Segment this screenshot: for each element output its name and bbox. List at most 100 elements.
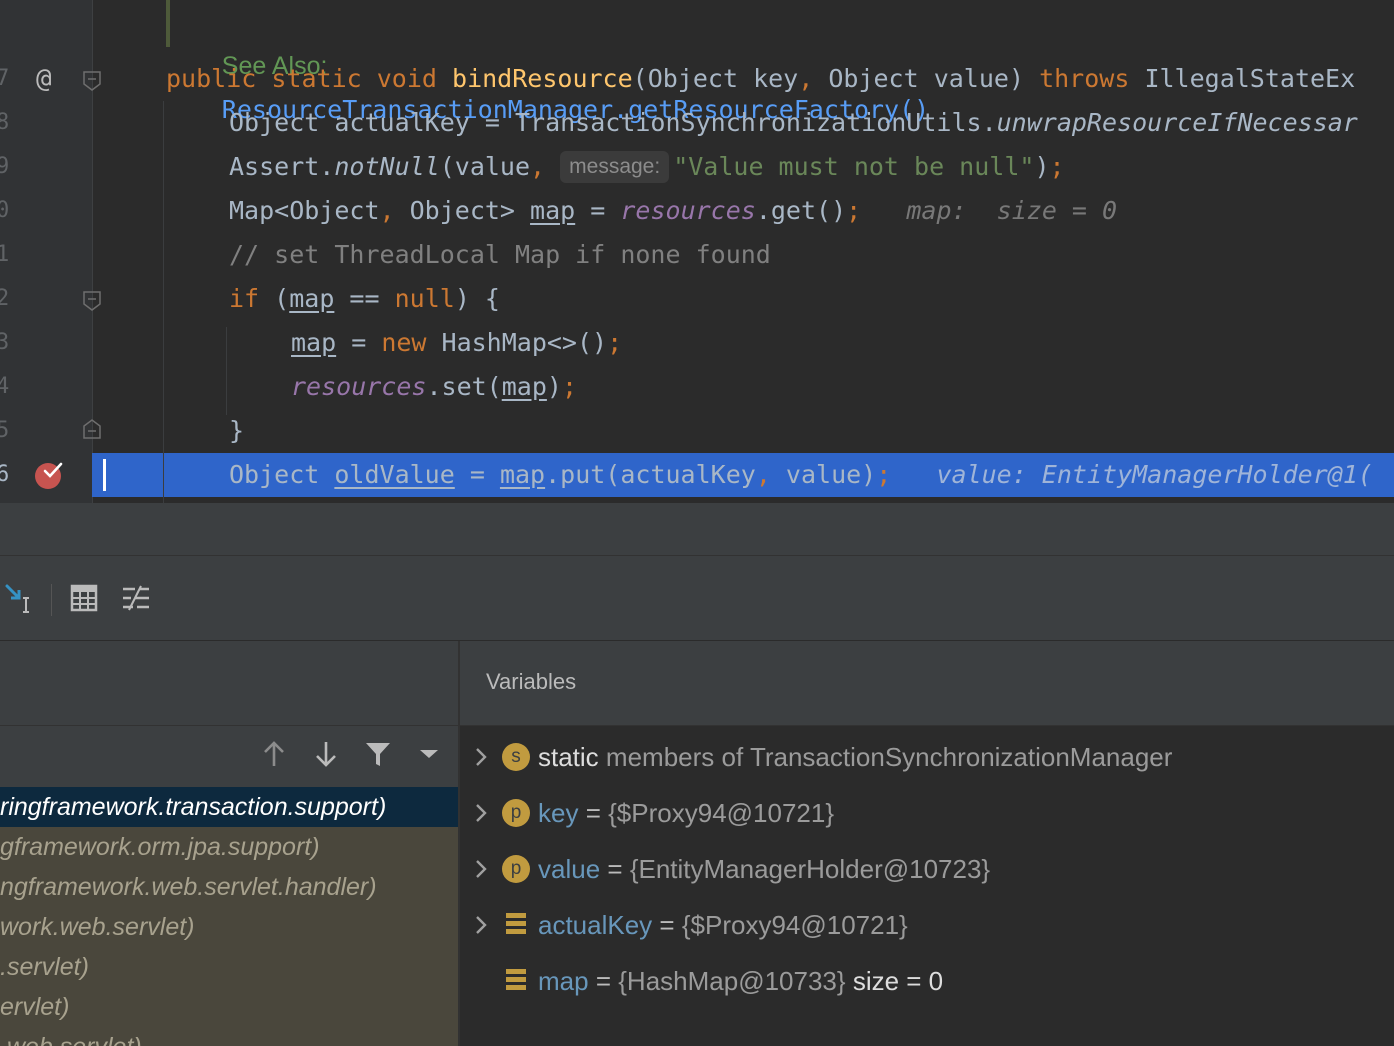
variables-title: Variables bbox=[486, 669, 577, 694]
static-method-call: unwrapResourceIfNecessar bbox=[996, 108, 1358, 137]
override-marker-icon[interactable]: @ bbox=[36, 57, 52, 101]
line-number: 8 bbox=[0, 110, 10, 135]
variable-name: static bbox=[538, 742, 599, 772]
run-to-cursor-icon[interactable] bbox=[4, 582, 36, 614]
frames-header bbox=[0, 641, 458, 726]
toolbar-separator bbox=[51, 584, 52, 616]
code-line-10[interactable]: Map<Object, Object> map = resources.get(… bbox=[229, 189, 1117, 233]
frame-row[interactable]: .servlet) bbox=[0, 947, 458, 987]
variable: map bbox=[501, 372, 547, 401]
line-number: 3 bbox=[0, 330, 10, 355]
string-literal: "Value must not be null" bbox=[673, 152, 1035, 181]
code-line-15[interactable]: } bbox=[229, 409, 244, 453]
code-text: HashMap<>() bbox=[426, 328, 608, 357]
keyword: public bbox=[166, 64, 257, 93]
filter-icon[interactable] bbox=[364, 740, 392, 768]
frame-row[interactable]: ngframework.web.servlet.handler) bbox=[0, 867, 458, 907]
variable-name: value bbox=[538, 854, 601, 884]
variables-panel: Variables s static members of Transactio… bbox=[460, 641, 1394, 1046]
variable-text: actualKey = {$Proxy94@10721} bbox=[538, 897, 908, 953]
variable-value: {EntityManagerHolder@10723} bbox=[629, 854, 991, 884]
variable-extra: size = 0 bbox=[852, 966, 944, 996]
variable: map bbox=[291, 328, 337, 357]
variable-row-map[interactable]: map = {HashMap@10733} size = 0 bbox=[460, 953, 1394, 1009]
variable-value: members of TransactionSynchronizationMan… bbox=[605, 742, 1173, 772]
frame-row[interactable]: ringframework.transaction.support) bbox=[0, 787, 458, 827]
variable: map bbox=[289, 284, 335, 313]
fold-end-marker-icon[interactable] bbox=[82, 418, 102, 440]
variable-name: key bbox=[538, 798, 579, 828]
code-text: Object bbox=[229, 460, 335, 489]
code-line-8[interactable]: Object actualKey = TransactionSynchroniz… bbox=[229, 101, 1358, 145]
punctuation: , bbox=[379, 196, 395, 225]
keyword: static bbox=[271, 64, 362, 93]
frame-row[interactable]: work.web.servlet) bbox=[0, 907, 458, 947]
code-line-14[interactable]: resources.set(map); bbox=[291, 365, 577, 409]
chevron-right-icon[interactable] bbox=[474, 747, 488, 767]
local-variable-icon bbox=[506, 969, 526, 990]
arrow-up-icon[interactable] bbox=[262, 740, 286, 768]
chevron-right-icon[interactable] bbox=[474, 915, 488, 935]
breakpoint-icon[interactable] bbox=[34, 460, 66, 490]
variable-name: map bbox=[538, 966, 589, 996]
code-text: } bbox=[229, 416, 245, 445]
punctuation: ; bbox=[846, 196, 862, 225]
fold-marker-icon[interactable] bbox=[82, 70, 102, 92]
punctuation: ; bbox=[876, 460, 892, 489]
code-editor[interactable]: 7 8 9 0 1 2 3 4 5 6 @ See Also: Resource… bbox=[0, 0, 1394, 503]
code-line-13[interactable]: map = new HashMap<>(); bbox=[291, 321, 622, 365]
chevron-down-icon[interactable] bbox=[418, 748, 440, 760]
variable-row-actualkey[interactable]: actualKey = {$Proxy94@10721} bbox=[460, 897, 1394, 953]
variable-equals: = bbox=[607, 854, 623, 884]
variable-value: {HashMap@10733} bbox=[618, 966, 846, 996]
punctuation: ; bbox=[561, 372, 578, 401]
evaluate-expression-icon[interactable] bbox=[68, 582, 100, 614]
method-name: bindResource bbox=[452, 64, 633, 93]
code-line-12[interactable]: if (map == null) { bbox=[229, 277, 500, 321]
chevron-right-icon[interactable] bbox=[474, 803, 488, 823]
variable: map bbox=[499, 460, 546, 489]
variable-text: key = {$Proxy94@10721} bbox=[538, 785, 834, 841]
doc-comment-bar bbox=[166, 0, 170, 47]
variable: map bbox=[530, 196, 576, 225]
frames-toolbar bbox=[0, 726, 458, 782]
code-text: ) bbox=[1034, 152, 1050, 181]
code-line-7[interactable]: public static void bindResource(Object k… bbox=[166, 57, 1355, 101]
arrow-down-icon[interactable] bbox=[314, 740, 338, 768]
line-number: 6 bbox=[0, 462, 10, 487]
keyword: throws bbox=[1039, 64, 1130, 93]
code-line-16[interactable]: Object oldValue = map.put(actualKey, val… bbox=[229, 453, 1373, 497]
variable-row-value[interactable]: p value = {EntityManagerHolder@10723} bbox=[460, 841, 1394, 897]
indent-guide bbox=[163, 101, 164, 503]
frame-row[interactable]: .web.servlet) bbox=[0, 1027, 458, 1046]
code-text: Object value) bbox=[813, 64, 1040, 93]
frame-row[interactable]: ervlet) bbox=[0, 987, 458, 1027]
keyword: new bbox=[381, 328, 427, 357]
variable-value: {$Proxy94@10721} bbox=[608, 798, 835, 828]
fold-marker-icon[interactable] bbox=[82, 290, 102, 312]
chevron-right-icon[interactable] bbox=[474, 859, 488, 879]
keyword: null bbox=[394, 284, 455, 313]
punctuation: ; bbox=[1049, 152, 1065, 181]
code-line-11[interactable]: // set ThreadLocal Map if none found bbox=[229, 233, 771, 277]
text-cursor bbox=[103, 459, 106, 491]
code-line-9[interactable]: Assert.notNull(value, message: "Value mus… bbox=[229, 145, 1065, 189]
variable-row-key[interactable]: p key = {$Proxy94@10721} bbox=[460, 785, 1394, 841]
variable-row-static[interactable]: s static members of TransactionSynchroni… bbox=[460, 729, 1394, 785]
inline-debug-value: map: size = 0 bbox=[906, 196, 1118, 225]
punctuation: , bbox=[755, 460, 771, 489]
code-text: (Object key bbox=[632, 64, 799, 93]
debug-panel-header bbox=[0, 503, 1394, 555]
trace-stream-icon[interactable] bbox=[120, 582, 152, 614]
code-text: (value bbox=[439, 152, 531, 181]
punctuation: ; bbox=[607, 328, 623, 357]
frame-row[interactable]: gframework.orm.jpa.support) bbox=[0, 827, 458, 867]
code-text: .set( bbox=[426, 372, 502, 401]
code-text: Object> bbox=[394, 196, 531, 225]
code-text: Object actualKey = TransactionSynchroniz… bbox=[229, 108, 997, 137]
variable-text: static members of TransactionSynchroniza… bbox=[538, 729, 1172, 785]
field: resources bbox=[291, 372, 427, 401]
line-number: 4 bbox=[0, 374, 10, 399]
code-text: .get() bbox=[755, 196, 847, 225]
code-text: value) bbox=[770, 460, 877, 489]
